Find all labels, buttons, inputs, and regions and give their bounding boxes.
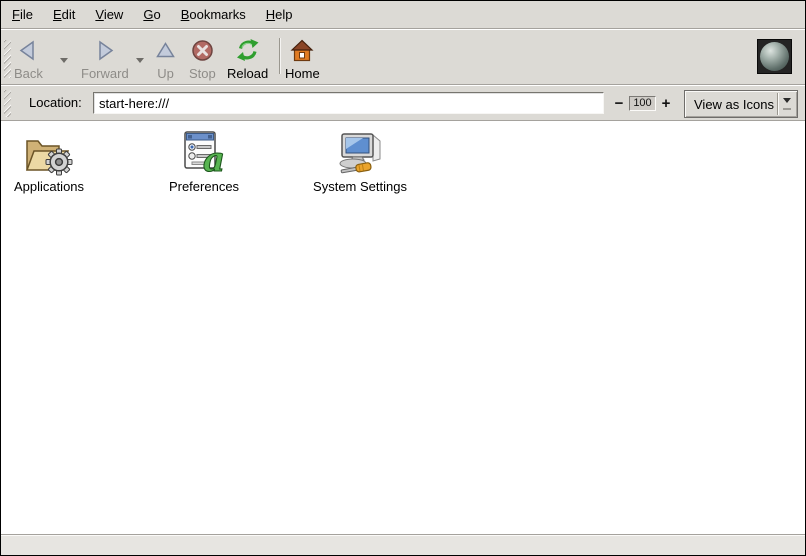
menu-file-label: F — [12, 7, 20, 22]
location-input[interactable] — [93, 92, 604, 114]
stop-button[interactable]: Stop — [189, 36, 216, 81]
forward-arrow-icon — [94, 36, 116, 64]
menu-view-label: V — [95, 7, 103, 22]
menu-help[interactable]: Help — [256, 1, 303, 28]
menu-file[interactable]: File — [2, 1, 43, 28]
svg-text:a: a — [203, 140, 225, 176]
menu-go-label: G — [143, 7, 153, 22]
chevron-down-icon — [60, 58, 68, 67]
chevron-down-icon — [136, 58, 144, 67]
home-button[interactable]: Home — [285, 36, 320, 81]
view-as-dropdown-arrow — [777, 93, 795, 115]
location-bar: Location: − 100 + View as Icons — [1, 86, 805, 121]
menu-edit[interactable]: Edit — [43, 1, 85, 28]
zoom-in-button[interactable]: + — [659, 93, 673, 113]
back-history-dropdown[interactable] — [57, 54, 71, 66]
menu-go[interactable]: Go — [133, 1, 170, 28]
up-button[interactable]: Up — [155, 36, 176, 81]
toolbar-drag-handle[interactable] — [4, 40, 11, 78]
applications-folder-icon — [23, 129, 75, 176]
menu-help-label: H — [266, 7, 275, 22]
preferences-item[interactable]: a Preferences — [156, 129, 252, 194]
item-label: Applications — [14, 179, 84, 194]
reload-button[interactable]: Reload — [227, 36, 268, 81]
stop-icon — [191, 36, 214, 64]
item-label: Preferences — [169, 179, 239, 194]
system-settings-item[interactable]: System Settings — [312, 129, 408, 194]
toolbar-separator — [279, 38, 280, 74]
back-button[interactable]: Back — [14, 36, 43, 81]
nautilus-window: File Edit View Go Bookmarks Help Back Fo… — [0, 0, 806, 556]
reload-icon — [235, 36, 260, 64]
back-arrow-icon — [17, 36, 39, 64]
status-bar — [1, 534, 805, 555]
view-as-selector[interactable]: View as Icons — [684, 90, 798, 118]
home-icon — [290, 36, 314, 64]
menu-view[interactable]: View — [85, 1, 133, 28]
zoom-out-button[interactable]: − — [612, 93, 626, 113]
up-arrow-icon — [155, 36, 176, 64]
zoom-level-indicator: 100 — [629, 96, 656, 111]
icon-view-pane: Applications a Preferences — [1, 121, 805, 534]
throbber-sphere-icon — [760, 42, 789, 71]
nautilus-throbber — [757, 39, 792, 74]
forward-button[interactable]: Forward — [81, 36, 129, 81]
item-label: System Settings — [313, 179, 407, 194]
menu-bookmarks[interactable]: Bookmarks — [171, 1, 256, 28]
dropdown-arrow-icon — [783, 98, 791, 107]
view-as-label: View as Icons — [685, 97, 777, 112]
location-label: Location: — [29, 95, 82, 110]
preferences-icon: a — [180, 129, 228, 176]
system-settings-icon — [333, 129, 387, 176]
navigation-toolbar: Back Forward Up — [1, 30, 805, 85]
forward-history-dropdown[interactable] — [133, 54, 147, 66]
locationbar-drag-handle[interactable] — [4, 90, 11, 117]
menu-edit-label: E — [53, 7, 62, 22]
applications-item[interactable]: Applications — [1, 129, 97, 194]
menu-bar: File Edit View Go Bookmarks Help — [1, 1, 805, 29]
